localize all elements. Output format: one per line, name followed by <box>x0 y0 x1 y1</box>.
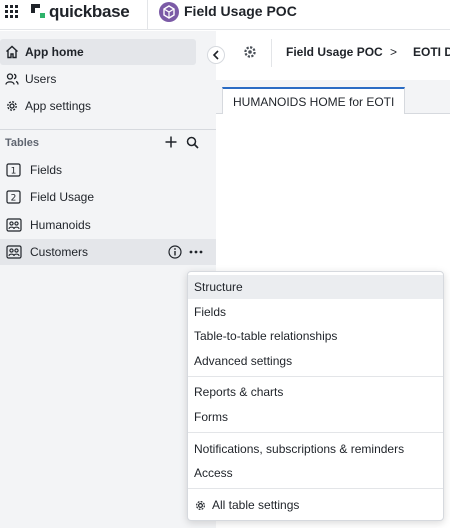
sidebar-table-label: Fields <box>30 163 63 177</box>
home-icon <box>6 45 18 59</box>
menu-item-advanced-settings[interactable]: Advanced settings <box>188 349 443 373</box>
table-number-icon: 2 <box>6 190 21 204</box>
gear-icon[interactable] <box>243 45 257 59</box>
menu-divider <box>188 488 443 489</box>
table-options-menu: Structure Fields Table-to-table relation… <box>187 271 444 521</box>
sidebar-divider <box>0 129 216 130</box>
users-icon <box>5 73 19 85</box>
sidebar-table-label: Field Usage <box>30 190 95 204</box>
more-options-icon[interactable] <box>189 245 203 259</box>
gear-icon <box>7 101 17 111</box>
sidebar-table-field-usage[interactable]: 2 Field Usage <box>0 184 216 210</box>
apps-grid-icon[interactable] <box>5 5 19 19</box>
menu-item-label: All table settings <box>212 498 300 512</box>
brand-name: quickbase <box>49 2 130 21</box>
menu-item-notifications[interactable]: Notifications, subscriptions & reminders <box>188 437 443 461</box>
topbar-divider <box>147 0 148 30</box>
app-badge-icon <box>159 2 179 22</box>
breadcrumb-divider <box>271 39 272 67</box>
sidebar-item-label: Users <box>25 72 57 86</box>
sidebar: App home Users App settings Tables 1 Fie… <box>0 31 216 528</box>
breadcrumb-separator: > <box>390 45 398 59</box>
table-number-icon: 1 <box>6 163 21 177</box>
sidebar-item-users[interactable]: Users <box>0 66 196 92</box>
menu-divider <box>188 432 443 433</box>
sidebar-item-label: App home <box>25 45 84 59</box>
tab-humanoids-home[interactable]: HUMANOIDS HOME for EOTI <box>222 87 406 114</box>
menu-item-all-table-settings[interactable]: All table settings <box>188 493 443 517</box>
sidebar-item-app-settings[interactable]: App settings <box>0 93 196 119</box>
sidebar-table-fields[interactable]: 1 Fields <box>0 157 216 183</box>
search-icon[interactable] <box>186 136 199 149</box>
menu-item-reports-charts[interactable]: Reports & charts <box>188 380 443 404</box>
top-bar: quickbase Field Usage POC <box>0 0 450 30</box>
quickbase-logo[interactable]: quickbase <box>31 1 130 23</box>
sidebar-table-humanoids[interactable]: Humanoids <box>0 212 216 238</box>
page-tabs: HUMANOIDS HOME for EOTI <box>216 80 450 114</box>
app-title[interactable]: Field Usage POC <box>184 3 297 19</box>
sidebar-item-app-home[interactable]: App home <box>0 39 196 65</box>
menu-divider <box>188 376 443 377</box>
menu-item-fields[interactable]: Fields <box>188 300 443 324</box>
sidebar-table-customers[interactable]: Customers <box>0 239 216 265</box>
add-table-icon[interactable] <box>165 136 177 148</box>
chevron-left-icon <box>212 50 219 60</box>
breadcrumb-app[interactable]: Field Usage POC <box>286 45 383 59</box>
sidebar-item-label: App settings <box>25 99 92 113</box>
menu-item-relationships[interactable]: Table-to-table relationships <box>188 324 443 348</box>
people-table-icon <box>6 245 22 259</box>
sidebar-table-label: Customers <box>30 245 89 259</box>
menu-item-forms[interactable]: Forms <box>188 405 443 429</box>
collapse-sidebar-button[interactable] <box>207 46 225 64</box>
sidebar-table-label: Humanoids <box>30 218 91 232</box>
breadcrumb: Field Usage POC > EOTI D <box>231 31 450 75</box>
svg-text:2: 2 <box>11 194 17 204</box>
gear-icon <box>195 500 206 510</box>
tables-header: Tables <box>5 137 40 149</box>
menu-item-access[interactable]: Access <box>188 461 443 485</box>
svg-text:1: 1 <box>11 167 17 177</box>
quickbase-logo-mark-icon <box>31 4 45 18</box>
people-table-icon <box>6 218 22 232</box>
breadcrumb-page[interactable]: EOTI D <box>413 45 450 59</box>
info-icon[interactable] <box>168 245 182 259</box>
menu-item-structure[interactable]: Structure <box>188 275 443 299</box>
